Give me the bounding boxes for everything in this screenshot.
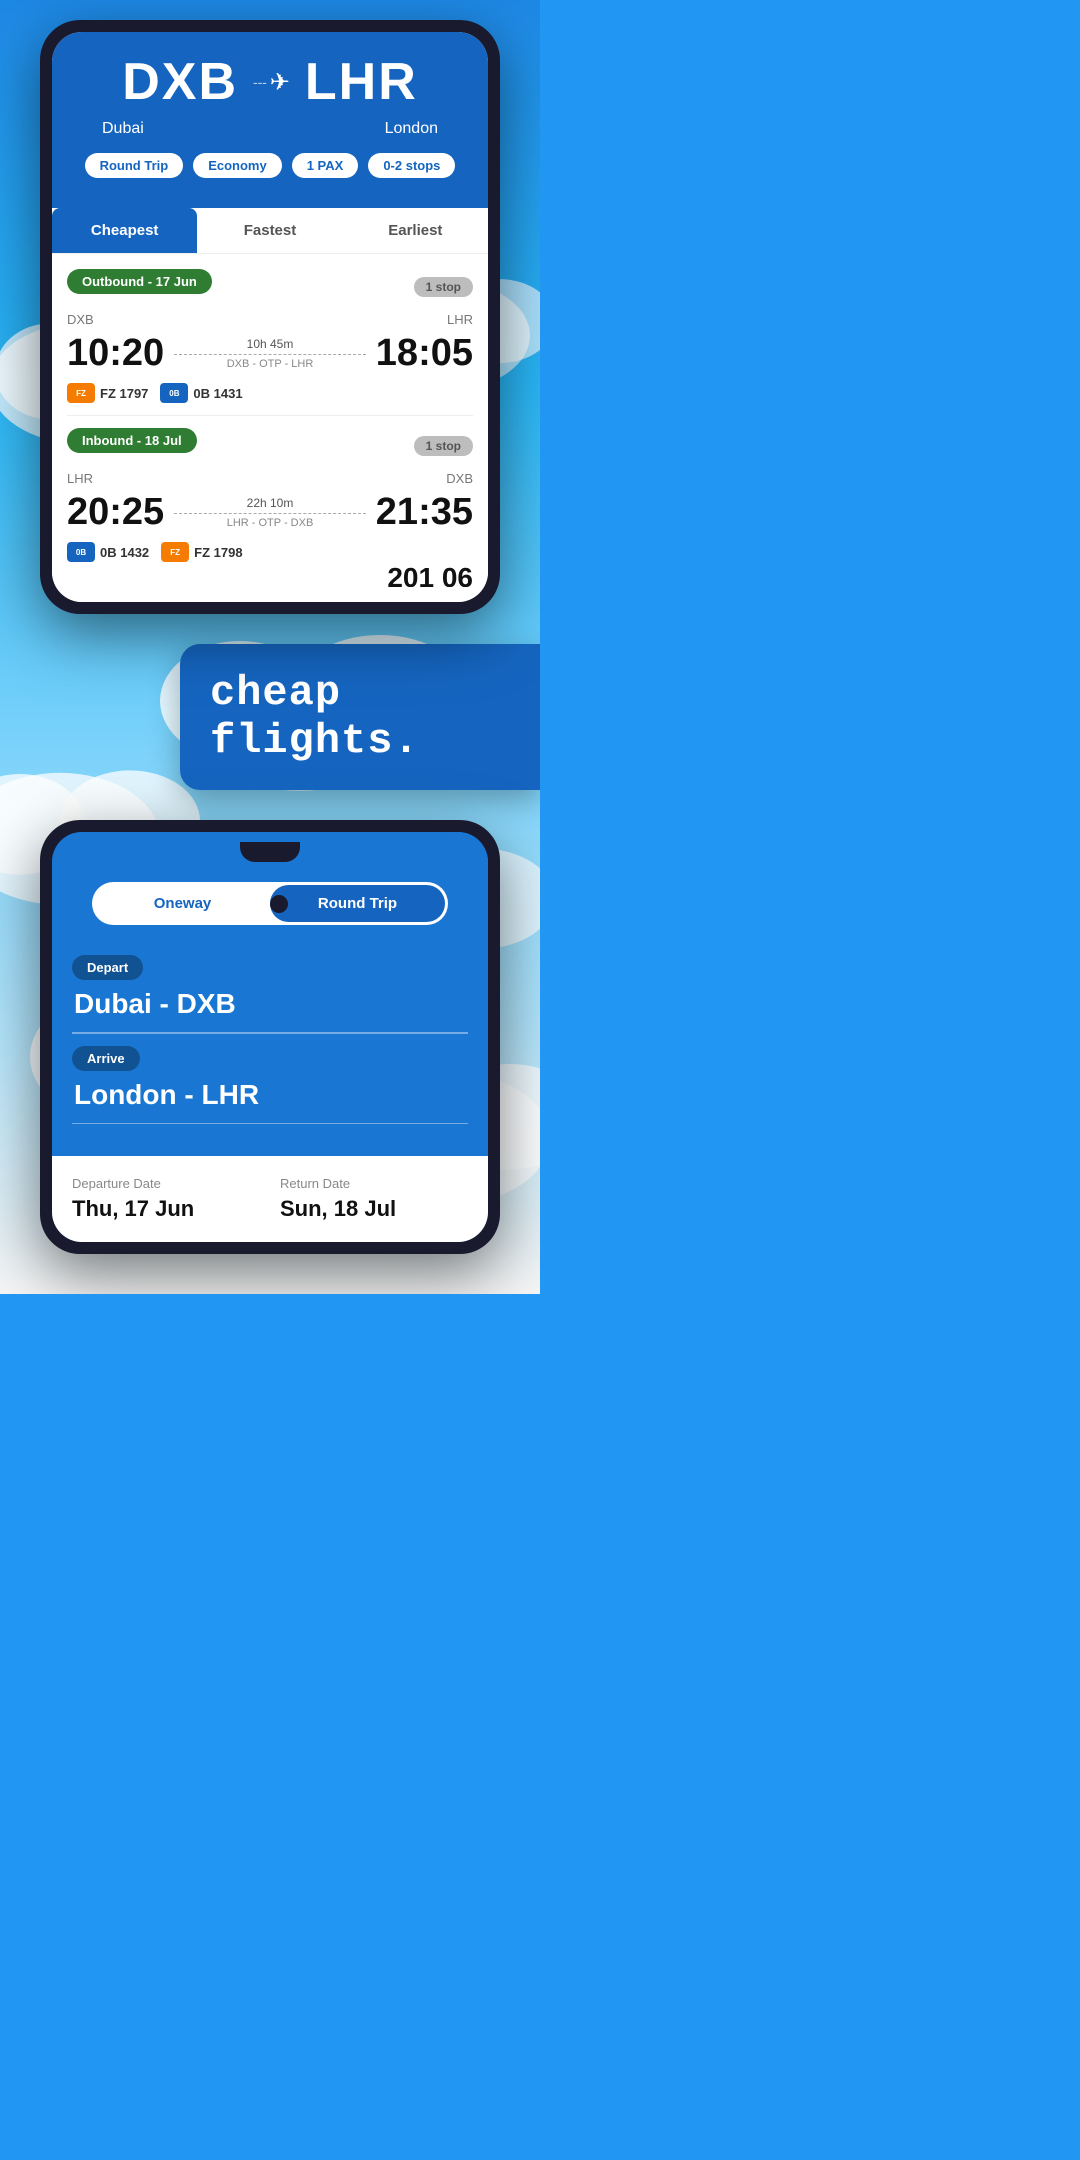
outbound-dest: LHR [447,312,473,327]
oneway-option[interactable]: Oneway [95,885,270,922]
flights-divider [67,415,473,416]
inbound-section: Inbound - 18 Jul 1 stop LHR DXB 20:25 22… [67,428,473,562]
phone1-device: DXB - - - ✈ LHR Dubai London Round Trip … [40,20,500,614]
tab-bar: Cheapest Fastest Earliest [52,208,488,254]
inbound-airline1: 0B 0B 1432 [67,542,149,562]
outbound-times: 10:20 10h 45m DXB - OTP - LHR 18:05 [67,332,473,375]
toggle-container: Oneway Round Trip [52,862,488,945]
inbound-times: 20:25 22h 10m LHR - OTP - DXB 21:35 [67,491,473,534]
trip-toggle[interactable]: Oneway Round Trip [92,882,448,925]
inbound-airline2: FZ FZ 1798 [161,542,242,562]
airline2-code: 0B 1431 [193,386,242,401]
inbound-header-row: Inbound - 18 Jul 1 stop [67,428,473,463]
route-row: DXB - - - ✈ LHR [72,52,468,112]
inbound-airline1-logo: 0B [67,542,95,562]
city-row: Dubai London [72,120,468,138]
outbound-label: Outbound - 17 Jun [67,269,212,294]
tab-earliest[interactable]: Earliest [343,208,488,253]
toggle-dot [270,895,288,913]
tag-pax[interactable]: 1 PAX [292,153,359,178]
inbound-airline2-code: FZ 1798 [194,545,242,560]
plane-icon-area: - - - ✈ [253,68,290,97]
dates-section: Departure Date Thu, 17 Jun Return Date S… [52,1156,488,1242]
roundtrip-option[interactable]: Round Trip [270,885,445,922]
inbound-duration: 22h 10m [247,496,294,510]
phone1-screen: DXB - - - ✈ LHR Dubai London Round Trip … [52,32,488,602]
arrive-value: London - LHR [72,1079,468,1111]
airline1-logo: FZ [67,383,95,403]
phone1-header: DXB - - - ✈ LHR Dubai London Round Trip … [52,32,488,208]
plane-symbol: ✈ [270,68,290,97]
outbound-duration-line: 10h 45m DXB - OTP - LHR [174,337,366,370]
depart-label: Depart [72,955,143,980]
inbound-duration-line: 22h 10m LHR - OTP - DXB [174,496,366,529]
dates-row: Departure Date Thu, 17 Jun Return Date S… [72,1176,468,1222]
outbound-section: Outbound - 17 Jun 1 stop DXB LHR 10:20 1… [67,269,473,403]
inbound-origin: LHR [67,471,93,486]
outbound-dashed-line [174,354,366,355]
inbound-label: Inbound - 18 Jul [67,428,197,453]
price-value: 201 06 [67,567,473,587]
outbound-duration: 10h 45m [247,337,294,351]
tab-cheapest[interactable]: Cheapest [52,208,197,253]
phone2-notch-area [52,832,488,862]
dots-left: - - - [253,74,265,90]
inbound-route: LHR - OTP - DXB [227,517,314,529]
return-date-value: Sun, 18 Jul [280,1196,468,1222]
airline1-code: FZ 1797 [100,386,148,401]
outbound-header-row: Outbound - 17 Jun 1 stop [67,269,473,304]
outbound-stop-badge: 1 stop [414,277,473,297]
return-date-label: Return Date [280,1176,468,1191]
tag-roundtrip[interactable]: Round Trip [85,153,184,178]
inbound-depart: 20:25 [67,491,164,534]
inbound-stop-badge: 1 stop [414,436,473,456]
inbound-airline1-code: 0B 1432 [100,545,149,560]
inbound-dashed-line [174,513,366,514]
outbound-depart: 10:20 [67,332,164,375]
middle-section: cheap flights. [0,614,540,820]
flights-container: Outbound - 17 Jun 1 stop DXB LHR 10:20 1… [52,254,488,602]
outbound-airports: DXB LHR [67,312,473,327]
outbound-route: DXB - OTP - LHR [227,358,314,370]
tags-row: Round Trip Economy 1 PAX 0-2 stops [72,153,468,178]
inbound-dest: DXB [446,471,473,486]
form-divider2 [72,1123,468,1125]
phone2-notch [240,842,300,862]
background: 🦇 🦇 🦇 DXB - - - ✈ LHR Dubai London [0,0,540,1294]
arrive-label: Arrive [72,1046,140,1071]
outbound-origin: DXB [67,312,94,327]
phone2-screen: Oneway Round Trip Depart Dubai - DXB [52,832,488,1242]
phone2-form: Depart Dubai - DXB Arrive London - LHR [52,945,488,1156]
airline2-logo: 0B [160,383,188,403]
phone2-wrapper: Oneway Round Trip Depart Dubai - DXB [0,820,540,1294]
origin-city: Dubai [102,120,144,138]
cheap-flights-headline: cheap flights. [210,669,420,765]
dest-city: London [385,120,438,138]
inbound-airline2-logo: FZ [161,542,189,562]
departure-date-item[interactable]: Departure Date Thu, 17 Jun [72,1176,260,1222]
depart-field[interactable]: Depart Dubai - DXB [72,955,468,1020]
tag-economy[interactable]: Economy [193,153,282,178]
inbound-arrive: 21:35 [376,491,473,534]
dest-code: LHR [305,52,418,112]
outbound-arrive: 18:05 [376,332,473,375]
depart-value: Dubai - DXB [72,988,468,1020]
inbound-airports: LHR DXB [67,471,473,486]
origin-code: DXB [122,52,238,112]
outbound-airline2: 0B 0B 1431 [160,383,242,403]
price-peek: 201 06 [67,567,473,587]
tag-stops[interactable]: 0-2 stops [368,153,455,178]
inbound-airlines: 0B 0B 1432 FZ FZ 1798 [67,542,473,562]
cheap-flights-card: cheap flights. [180,644,540,790]
tab-fastest[interactable]: Fastest [197,208,342,253]
phone2-device: Oneway Round Trip Depart Dubai - DXB [40,820,500,1254]
outbound-airlines: FZ FZ 1797 0B 0B 1431 [67,383,473,403]
return-date-item[interactable]: Return Date Sun, 18 Jul [280,1176,468,1222]
outbound-airline1: FZ FZ 1797 [67,383,148,403]
form-divider1 [72,1032,468,1034]
departure-date-label: Departure Date [72,1176,260,1191]
arrive-field[interactable]: Arrive London - LHR [72,1046,468,1111]
departure-date-value: Thu, 17 Jun [72,1196,260,1222]
